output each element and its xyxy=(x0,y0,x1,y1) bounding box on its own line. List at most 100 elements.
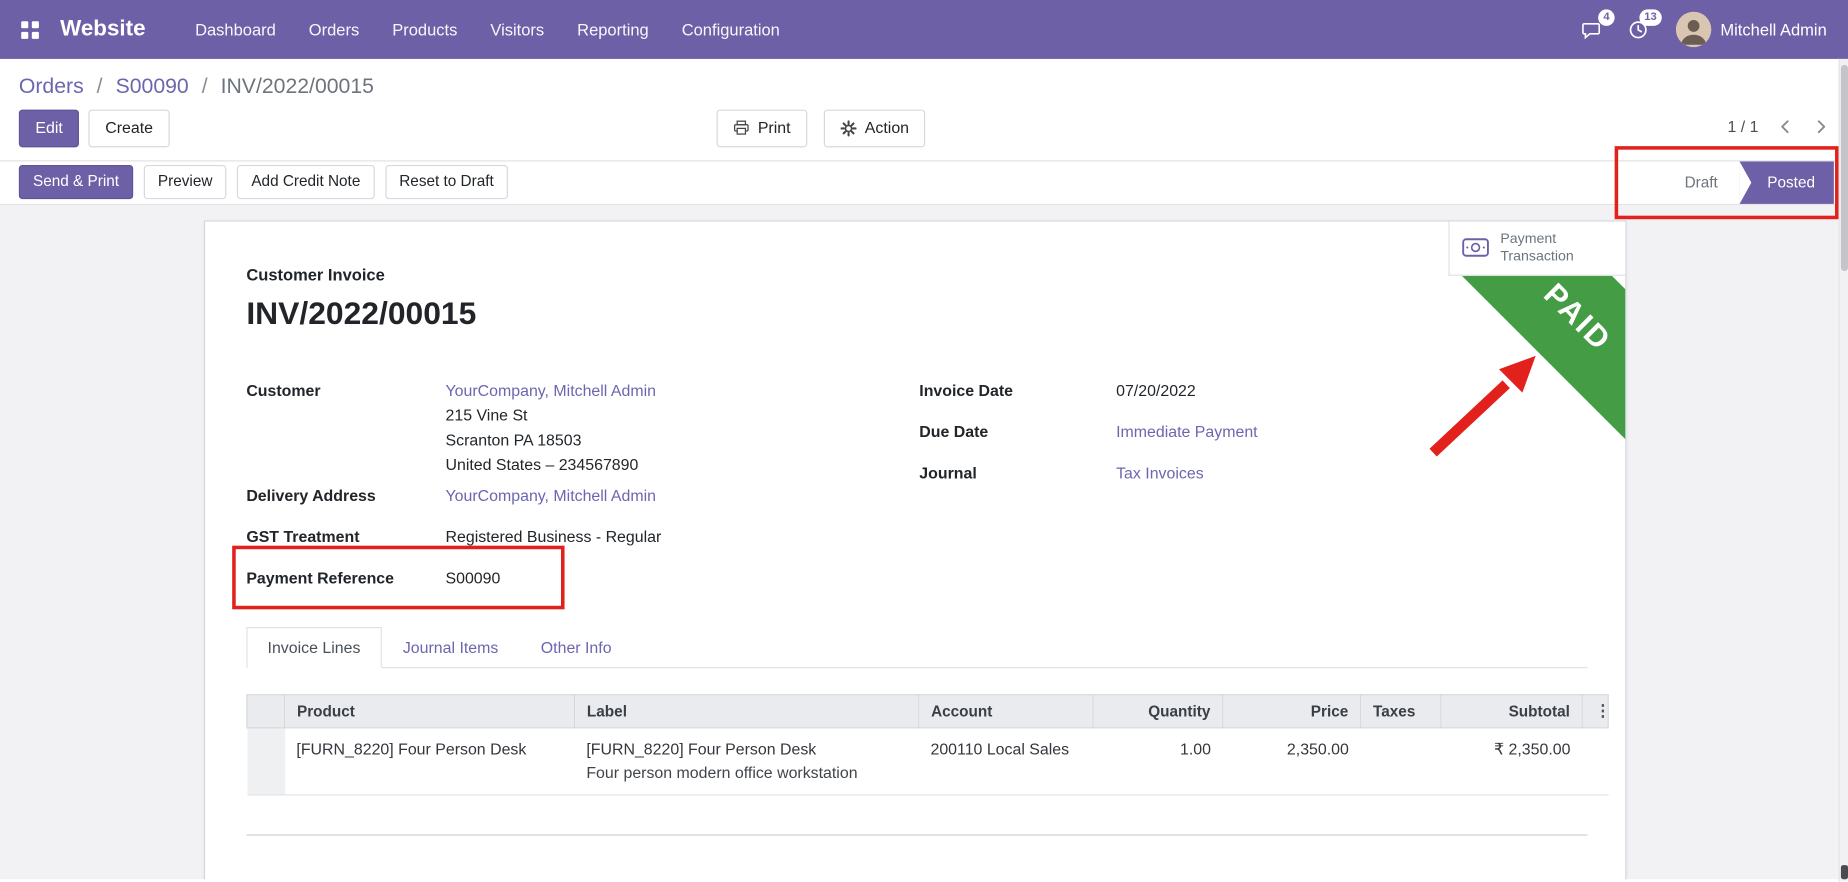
cell-label-name: [FURN_8220] Four Person Desk xyxy=(586,737,907,761)
scrollbar-down-button[interactable] xyxy=(1841,865,1848,879)
invoice-line-row[interactable]: [FURN_8220] Four Person Desk [FURN_8220]… xyxy=(247,727,1608,794)
print-button[interactable]: Print xyxy=(717,110,807,147)
payment-reference-value: S00090 xyxy=(445,566,500,590)
journal-link[interactable]: Tax Invoices xyxy=(1116,461,1204,485)
pager: 1 / 1 xyxy=(1727,115,1831,137)
gear-icon xyxy=(840,120,857,136)
invoice-sheet: Payment Transaction PAID Customer Invoic… xyxy=(204,220,1627,879)
nav-item-visitors[interactable]: Visitors xyxy=(474,0,561,59)
status-state-posted[interactable]: Posted xyxy=(1739,161,1834,203)
control-panel: Edit Create Print xyxy=(0,101,1848,159)
chevron-right-icon xyxy=(1814,118,1829,136)
due-date-link[interactable]: Immediate Payment xyxy=(1116,420,1258,444)
pager-value: 1 / 1 xyxy=(1727,118,1758,136)
field-payment-reference: Payment Reference S00090 xyxy=(246,566,919,590)
user-name: Mitchell Admin xyxy=(1720,20,1826,39)
field-delivery-address: Delivery Address YourCompany, Mitchell A… xyxy=(246,484,919,508)
page: Website Dashboard Orders Products Visito… xyxy=(0,0,1848,882)
breadcrumb-separator: / xyxy=(195,74,215,98)
field-invoice-date: Invoice Date 07/20/2022 xyxy=(919,379,1587,403)
breadcrumb-link-s00090[interactable]: S00090 xyxy=(116,74,189,98)
messages-button[interactable]: 4 xyxy=(1567,0,1614,59)
column-header-account: Account xyxy=(919,694,1093,727)
gst-treatment-value: Registered Business - Regular xyxy=(445,525,661,549)
field-due-date: Due Date Immediate Payment xyxy=(919,420,1587,444)
preview-button[interactable]: Preview xyxy=(144,165,227,199)
app-name[interactable]: Website xyxy=(55,0,178,59)
nav-item-reporting[interactable]: Reporting xyxy=(561,0,666,59)
tab-other-info[interactable]: Other Info xyxy=(520,626,633,666)
column-header-subtotal: Subtotal xyxy=(1441,694,1582,727)
send-print-button[interactable]: Send & Print xyxy=(19,165,133,199)
field-group-left: Customer YourCompany, Mitchell Admin 215… xyxy=(246,379,919,590)
column-header-label: Label xyxy=(575,694,919,727)
form-view-area: Payment Transaction PAID Customer Invoic… xyxy=(0,205,1848,879)
apps-menu-button[interactable] xyxy=(0,0,55,59)
totals-section-separator xyxy=(246,834,1587,835)
column-options-toggle-icon[interactable]: ⋮ xyxy=(1595,701,1596,721)
field-label-payment-reference: Payment Reference xyxy=(246,566,445,590)
create-button[interactable]: Create xyxy=(89,110,170,147)
customer-link[interactable]: YourCompany, Mitchell Admin xyxy=(445,381,655,399)
activities-button[interactable]: 13 xyxy=(1614,0,1661,59)
apps-grid-icon xyxy=(21,21,39,39)
table-header-row: Product Label Account Quantity Price Tax… xyxy=(247,694,1608,727)
pager-previous-button[interactable] xyxy=(1775,115,1795,137)
control-panel-actions: Print Action xyxy=(717,110,942,147)
scrollbar-thumb[interactable] xyxy=(1841,65,1848,271)
sheet-body: Customer Invoice INV/2022/00015 Customer… xyxy=(205,221,1625,835)
breadcrumb-separator: / xyxy=(90,74,110,98)
document-type-label: Customer Invoice xyxy=(246,265,1587,284)
breadcrumb-link-orders[interactable]: Orders xyxy=(19,74,84,98)
pager-next-button[interactable] xyxy=(1811,115,1831,137)
chevron-left-icon xyxy=(1777,118,1792,136)
user-menu[interactable]: Mitchell Admin xyxy=(1661,0,1836,59)
cell-options xyxy=(1582,727,1608,794)
field-customer: Customer YourCompany, Mitchell Admin 215… xyxy=(246,379,919,477)
nav-item-products[interactable]: Products xyxy=(376,0,474,59)
customer-address-line: United States – 234567890 xyxy=(445,452,655,477)
cell-account: 200110 Local Sales xyxy=(919,727,1093,794)
avatar xyxy=(1676,12,1711,47)
field-label-due-date: Due Date xyxy=(919,420,1116,444)
field-label-gst-treatment: GST Treatment xyxy=(246,525,445,549)
tab-invoice-lines[interactable]: Invoice Lines xyxy=(246,626,381,667)
column-header-price: Price xyxy=(1223,694,1361,727)
cell-product: [FURN_8220] Four Person Desk xyxy=(285,727,575,794)
column-header-product: Product xyxy=(285,694,575,727)
notebook-tabs: Invoice Lines Journal Items Other Info xyxy=(246,626,1587,667)
nav-item-orders[interactable]: Orders xyxy=(292,0,375,59)
row-handle-cell xyxy=(247,727,285,794)
status-state-draft[interactable]: Draft xyxy=(1673,161,1739,203)
status-widget: Draft Posted xyxy=(1673,161,1834,203)
printer-icon xyxy=(733,119,750,137)
customer-address-line: Scranton PA 18503 xyxy=(445,427,655,452)
field-label-customer: Customer xyxy=(246,379,445,477)
delivery-address-link[interactable]: YourCompany, Mitchell Admin xyxy=(445,484,655,508)
cell-quantity: 1.00 xyxy=(1093,727,1223,794)
tab-journal-items[interactable]: Journal Items xyxy=(382,626,520,666)
vertical-scrollbar[interactable] xyxy=(1839,59,1848,882)
nav-item-dashboard[interactable]: Dashboard xyxy=(179,0,293,59)
column-header-quantity: Quantity xyxy=(1093,694,1223,727)
field-label-invoice-date: Invoice Date xyxy=(919,379,1116,403)
action-button[interactable]: Action xyxy=(824,110,926,147)
nav-item-configuration[interactable]: Configuration xyxy=(665,0,796,59)
payment-transaction-stat-button[interactable]: Payment Transaction xyxy=(1448,221,1625,275)
field-gst-treatment: GST Treatment Registered Business - Regu… xyxy=(246,525,919,549)
cell-label-description: Four person modern office workstation xyxy=(586,761,907,785)
field-journal: Journal Tax Invoices xyxy=(919,461,1587,485)
invoice-date-value: 07/20/2022 xyxy=(1116,379,1196,403)
add-credit-note-button[interactable]: Add Credit Note xyxy=(237,165,374,199)
field-label-delivery-address: Delivery Address xyxy=(246,484,445,508)
top-navbar: Website Dashboard Orders Products Visito… xyxy=(0,0,1848,59)
breadcrumb: Orders / S00090 / INV/2022/00015 xyxy=(0,59,1848,101)
invoice-lines-table: Product Label Account Quantity Price Tax… xyxy=(246,694,1608,795)
messages-badge: 4 xyxy=(1599,9,1615,25)
edit-button[interactable]: Edit xyxy=(19,110,79,147)
invoice-number-title: INV/2022/00015 xyxy=(246,295,1587,332)
field-value-customer: YourCompany, Mitchell Admin 215 Vine St … xyxy=(445,379,655,477)
reset-to-draft-button[interactable]: Reset to Draft xyxy=(385,165,508,199)
field-groups: Customer YourCompany, Mitchell Admin 215… xyxy=(246,379,1587,590)
banknote-icon xyxy=(1461,236,1489,260)
